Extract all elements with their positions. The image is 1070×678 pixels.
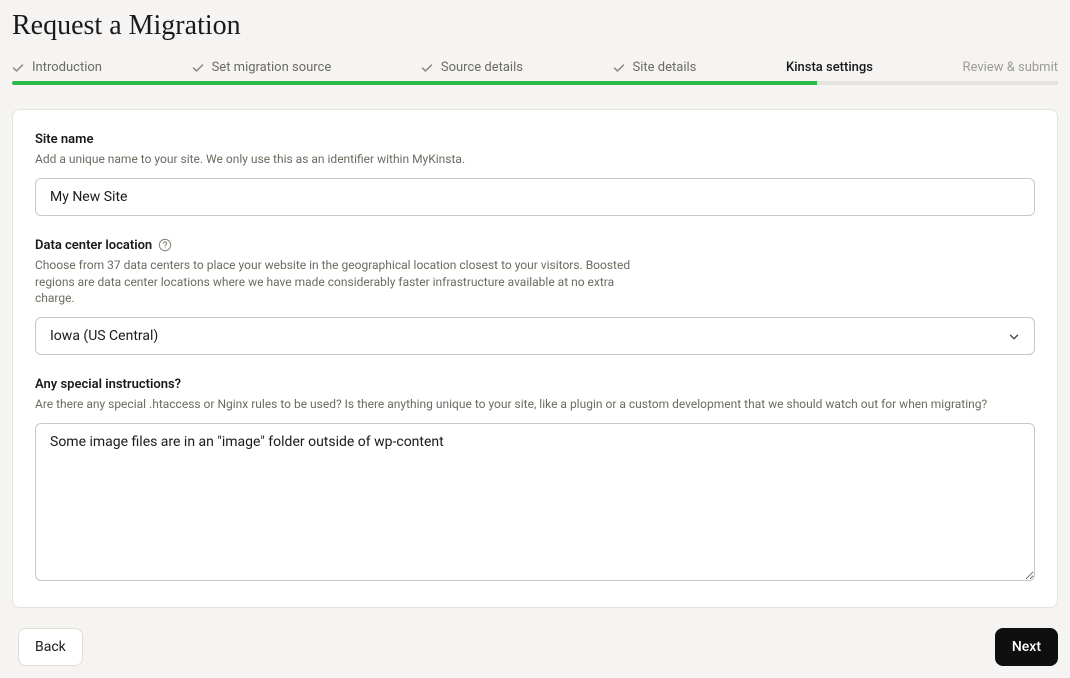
check-icon (192, 62, 204, 74)
field-data-center: Data center location Choose from 37 data… (35, 238, 1035, 355)
step-label: Set migration source (212, 60, 332, 75)
back-button[interactable]: Back (18, 628, 83, 666)
data-center-select[interactable]: Iowa (US Central) (35, 317, 1035, 355)
step-label: Source details (441, 60, 523, 75)
field-instructions: Any special instructions? Are there any … (35, 377, 1035, 585)
page-title: Request a Migration (0, 0, 1070, 60)
instructions-textarea[interactable] (35, 423, 1035, 581)
help-icon[interactable] (158, 238, 172, 252)
step-set-migration-source[interactable]: Set migration source (192, 60, 332, 75)
site-name-input[interactable] (35, 178, 1035, 216)
step-site-details[interactable]: Site details (613, 60, 697, 75)
stepper-progress-fill (12, 81, 817, 85)
step-label: Kinsta settings (786, 60, 873, 75)
site-name-hint: Add a unique name to your site. We only … (35, 151, 995, 168)
data-center-hint: Choose from 37 data centers to place you… (35, 257, 655, 307)
step-label: Review & submit (963, 60, 1058, 75)
step-source-details[interactable]: Source details (421, 60, 523, 75)
instructions-hint: Are there any special .htaccess or Nginx… (35, 396, 995, 413)
form-card: Site name Add a unique name to your site… (12, 109, 1058, 608)
instructions-label: Any special instructions? (35, 377, 1035, 392)
stepper-progress-track (12, 81, 1058, 85)
data-center-label: Data center location (35, 238, 152, 253)
step-review-submit[interactable]: Review & submit (963, 60, 1058, 75)
step-kinsta-settings[interactable]: Kinsta settings (786, 60, 873, 75)
check-icon (12, 62, 24, 74)
step-introduction[interactable]: Introduction (12, 60, 102, 75)
step-label: Site details (633, 60, 697, 75)
next-button[interactable]: Next (995, 628, 1058, 666)
stepper: Introduction Set migration source Source… (0, 60, 1070, 81)
field-site-name: Site name Add a unique name to your site… (35, 132, 1035, 216)
step-label: Introduction (32, 60, 102, 75)
check-icon (613, 62, 625, 74)
check-icon (421, 62, 433, 74)
footer-bar: Back Next (0, 628, 1070, 678)
site-name-label: Site name (35, 132, 1035, 147)
